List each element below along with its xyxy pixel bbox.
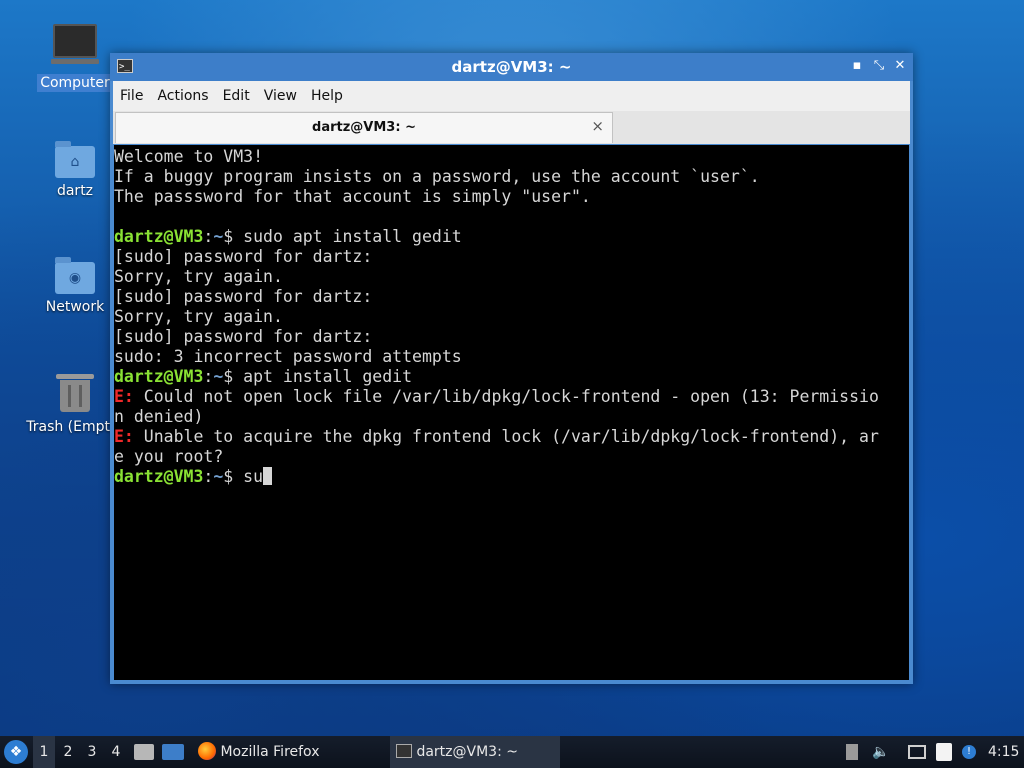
show-desktop-icon[interactable] bbox=[162, 744, 184, 760]
firefox-icon bbox=[198, 742, 216, 760]
terminal-line: dartz@VM3:~$ sudo apt install gedit bbox=[114, 227, 909, 247]
home-folder-icon: ⌂ bbox=[55, 141, 95, 178]
output-text: Sorry, try again. bbox=[114, 307, 283, 326]
workspace-2[interactable]: 2 bbox=[57, 736, 79, 768]
workspace-3[interactable]: 3 bbox=[81, 736, 103, 768]
desktop-icon-label: dartz bbox=[56, 183, 94, 199]
terminal-line: [sudo] password for dartz: bbox=[114, 287, 909, 307]
output-text: e you root? bbox=[114, 447, 224, 466]
error-tag: E: bbox=[114, 387, 134, 406]
terminal-line: Welcome to VM3! bbox=[114, 147, 909, 167]
error-text: Could not open lock file /var/lib/dpkg/l… bbox=[133, 387, 879, 406]
title-bar[interactable]: >_ dartz@VM3: ~ ▪ ⤡ ✕ bbox=[110, 53, 913, 81]
output-text: [sudo] password for dartz: bbox=[114, 247, 373, 266]
terminal-icon bbox=[396, 744, 412, 758]
prompt-path: ~ bbox=[213, 467, 224, 486]
desktop-icon-label: Computer bbox=[37, 74, 113, 92]
desktop-icon-home[interactable]: ⌂ dartz bbox=[29, 141, 121, 200]
maximize-button[interactable]: ⤡ bbox=[871, 58, 887, 74]
output-text: Welcome to VM3! bbox=[114, 147, 264, 166]
terminal-output[interactable]: Welcome to VM3! If a buggy program insist… bbox=[114, 145, 909, 680]
network-folder-icon: ◉ bbox=[55, 257, 95, 294]
prompt-command: $ apt install gedit bbox=[223, 367, 413, 386]
volume-icon[interactable]: 🔈 bbox=[872, 736, 889, 768]
tab-close-icon[interactable]: × bbox=[591, 117, 604, 135]
error-tag: E: bbox=[114, 427, 134, 446]
file-manager-icon[interactable] bbox=[134, 744, 154, 760]
clipboard-icon[interactable] bbox=[936, 743, 952, 761]
task-label: Mozilla Firefox bbox=[220, 744, 320, 760]
terminal-window: >_ dartz@VM3: ~ ▪ ⤡ ✕ File Actions Edit Vie… bbox=[110, 53, 913, 684]
prompt-user: dartz@VM3 bbox=[114, 467, 204, 486]
terminal-line: sudo: 3 incorrect password attempts bbox=[114, 347, 909, 367]
prompt-user: dartz@VM3 bbox=[114, 367, 204, 386]
prompt-command: $ su bbox=[223, 467, 264, 486]
terminal-line: e you root? bbox=[114, 447, 909, 467]
error-text: Unable to acquire the dpkg frontend lock… bbox=[133, 427, 879, 446]
terminal-line: Sorry, try again. bbox=[114, 307, 909, 327]
output-text: The passsword for that account is simply… bbox=[114, 187, 591, 206]
terminal-line: [sudo] password for dartz: bbox=[114, 327, 909, 347]
tab-terminal[interactable]: dartz@VM3: ~ × bbox=[115, 112, 613, 143]
terminal-line: Sorry, try again. bbox=[114, 267, 909, 287]
computer-icon bbox=[51, 24, 99, 64]
menu-bar: File Actions Edit View Help bbox=[113, 81, 910, 111]
terminal-line: E: Unable to acquire the dpkg frontend l… bbox=[114, 427, 909, 447]
workspace-1[interactable]: 1 bbox=[33, 736, 55, 768]
start-menu-icon[interactable]: ❖ bbox=[4, 740, 28, 764]
notification-icon[interactable]: ! bbox=[962, 745, 976, 759]
clock[interactable]: 4:15 bbox=[988, 736, 1019, 768]
prompt-separator: : bbox=[203, 227, 214, 246]
output-text: [sudo] password for dartz: bbox=[114, 327, 373, 346]
minimize-button[interactable]: ▪ bbox=[849, 58, 865, 74]
terminal-line: E: Could not open lock file /var/lib/dpk… bbox=[114, 387, 909, 407]
prompt-separator: : bbox=[203, 467, 214, 486]
desktop-icon-network[interactable]: ◉ Network bbox=[29, 257, 121, 316]
terminal-line: The passsword for that account is simply… bbox=[114, 187, 909, 207]
prompt-path: ~ bbox=[213, 367, 224, 386]
desktop-icon-computer[interactable]: Computer bbox=[29, 24, 121, 92]
menu-file[interactable]: File bbox=[113, 81, 150, 111]
menu-edit[interactable]: Edit bbox=[216, 81, 257, 111]
terminal-text: Welcome to VM3! If a buggy program insist… bbox=[114, 145, 909, 487]
desktop-icon-label: Network bbox=[45, 299, 105, 315]
text-cursor bbox=[263, 467, 273, 485]
terminal-line: If a buggy program insists on a password… bbox=[114, 167, 909, 187]
taskbar-terminal[interactable]: dartz@VM3: ~ bbox=[390, 736, 560, 768]
menu-help[interactable]: Help bbox=[304, 81, 350, 111]
taskbar: ❖ 1 2 3 4 Mozilla Firefox dartz@VM3: ~ 🔈… bbox=[0, 736, 1024, 768]
prompt-command: $ sudo apt install gedit bbox=[223, 227, 462, 246]
tab-bar: dartz@VM3: ~ × bbox=[113, 111, 910, 144]
tab-title: dartz@VM3: ~ bbox=[312, 120, 416, 135]
taskbar-firefox[interactable]: Mozilla Firefox bbox=[192, 736, 319, 768]
trash-icon bbox=[56, 374, 94, 412]
output-text: sudo: 3 incorrect password attempts bbox=[114, 347, 462, 366]
terminal-line: dartz@VM3:~$ apt install gedit bbox=[114, 367, 909, 387]
task-label: dartz@VM3: ~ bbox=[416, 744, 518, 760]
window-title: dartz@VM3: ~ bbox=[451, 58, 572, 76]
output-text: Sorry, try again. bbox=[114, 267, 283, 286]
upload-indicator-icon[interactable] bbox=[846, 744, 858, 760]
network-icon[interactable] bbox=[908, 745, 926, 759]
prompt-path: ~ bbox=[213, 227, 224, 246]
output-text: If a buggy program insists on a password… bbox=[114, 167, 760, 186]
terminal-line: [sudo] password for dartz: bbox=[114, 247, 909, 267]
terminal-line: dartz@VM3:~$ su bbox=[114, 467, 909, 487]
terminal-line bbox=[114, 207, 909, 227]
workspace-4[interactable]: 4 bbox=[105, 736, 127, 768]
menu-actions[interactable]: Actions bbox=[150, 81, 215, 111]
prompt-separator: : bbox=[203, 367, 214, 386]
close-button[interactable]: ✕ bbox=[892, 58, 908, 74]
prompt-user: dartz@VM3 bbox=[114, 227, 204, 246]
terminal-line: n denied) bbox=[114, 407, 909, 427]
output-text: [sudo] password for dartz: bbox=[114, 287, 373, 306]
output-text: n denied) bbox=[114, 407, 204, 426]
menu-view[interactable]: View bbox=[257, 81, 304, 111]
